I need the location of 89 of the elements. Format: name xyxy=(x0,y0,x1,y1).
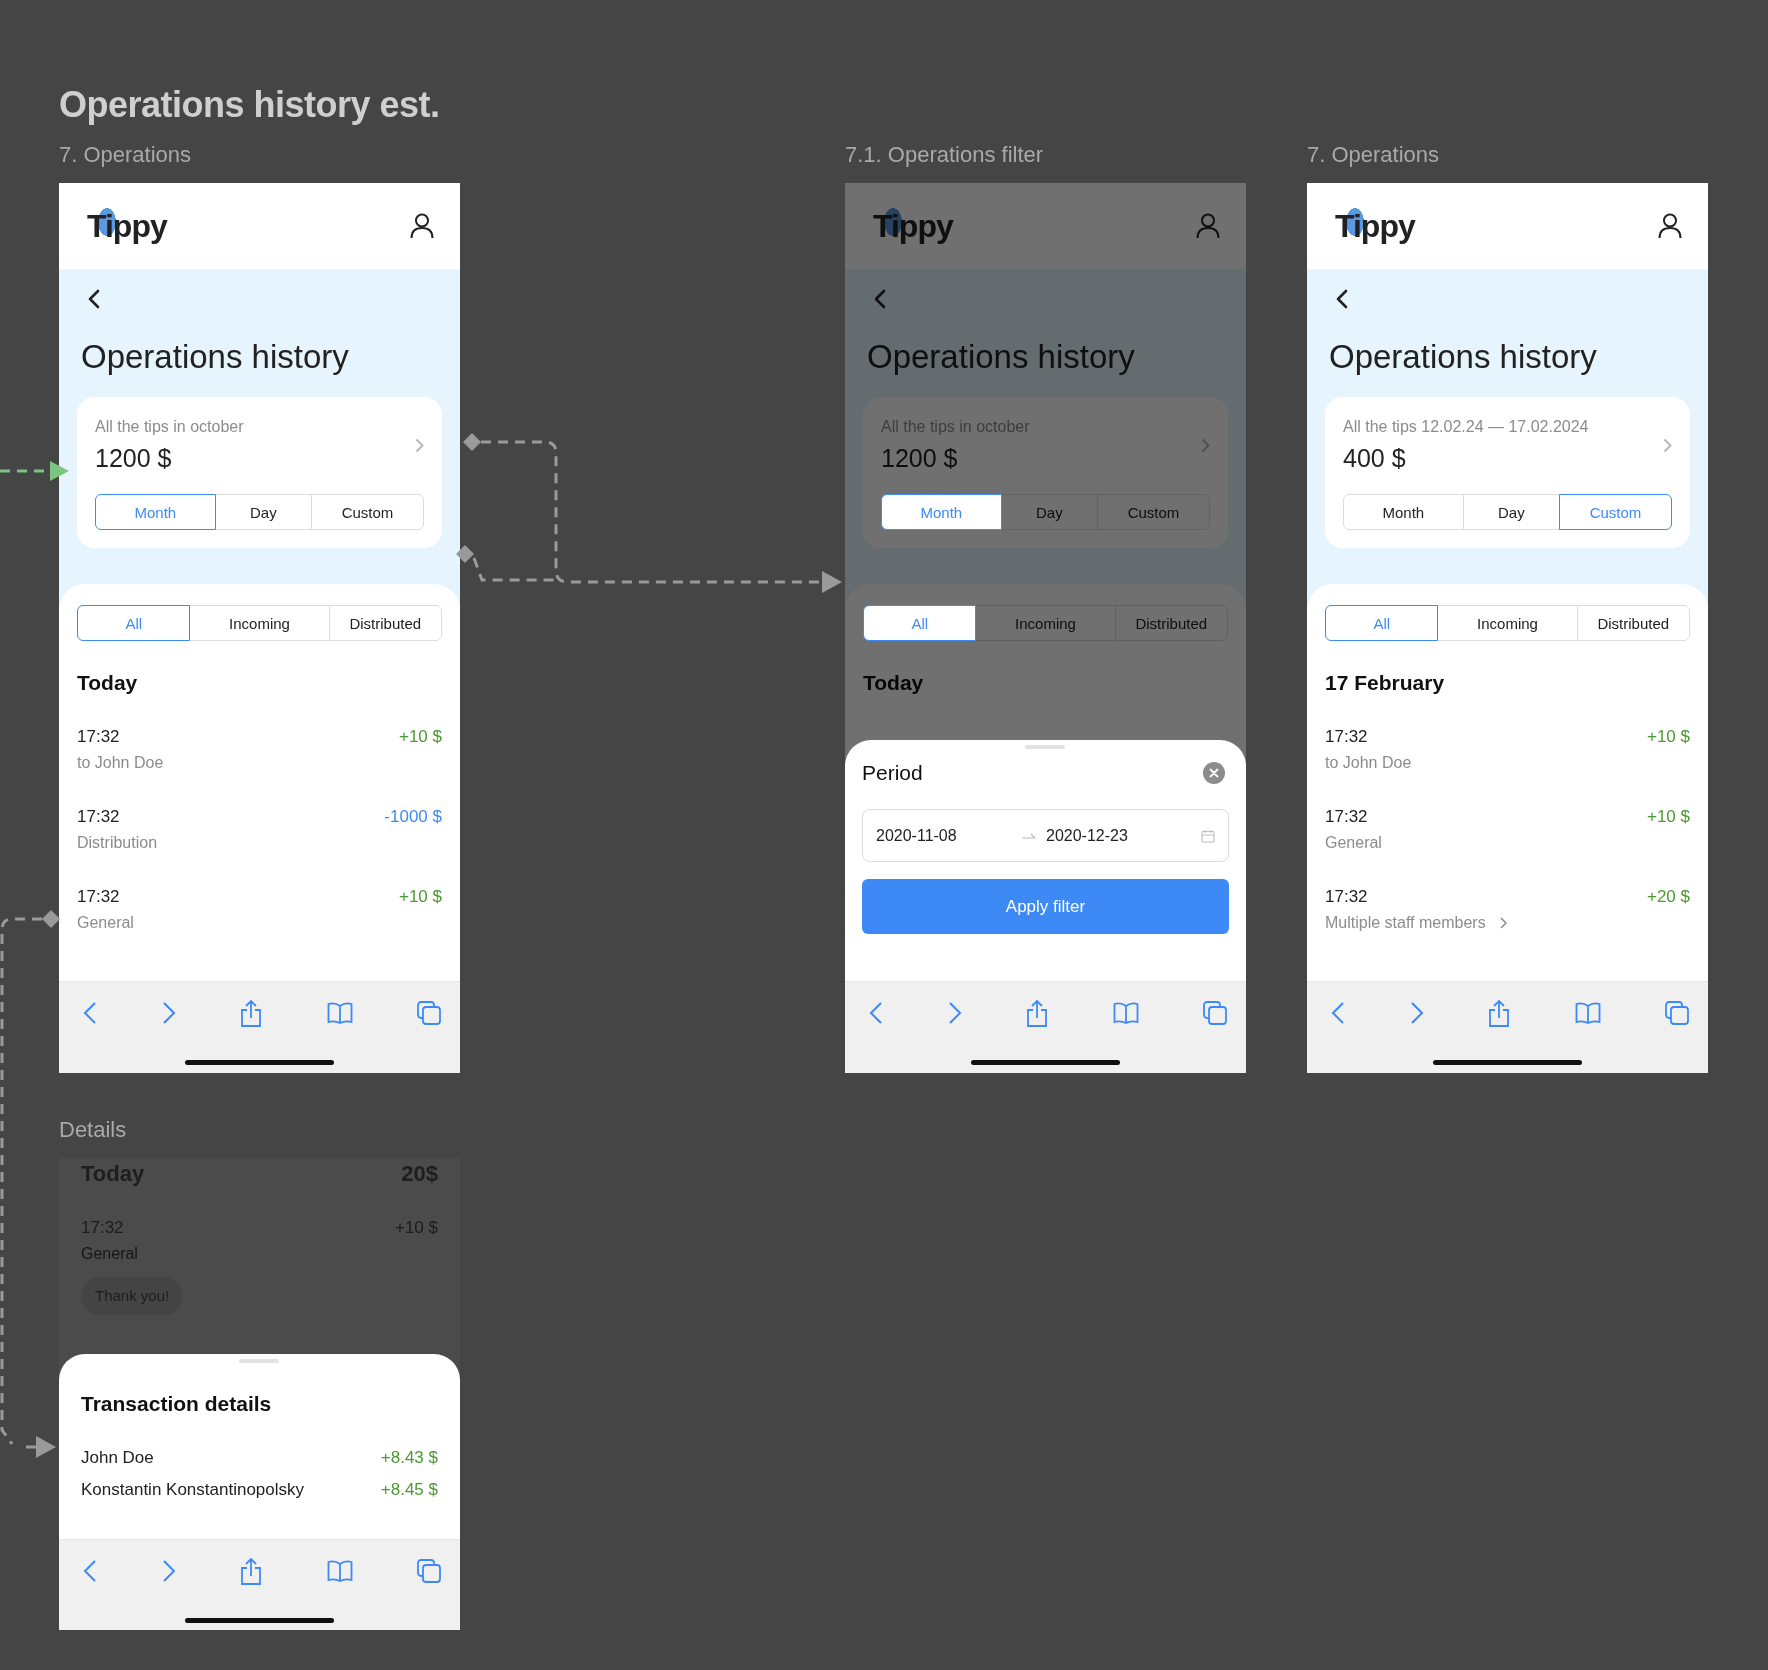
user-icon[interactable] xyxy=(1658,213,1682,239)
book-icon[interactable] xyxy=(1574,1002,1601,1024)
recipient-name: John Doe xyxy=(81,1447,154,1469)
filter-tab[interactable]: Distributed xyxy=(1114,605,1228,641)
operation-note: General xyxy=(77,913,134,933)
operation-note: to John Doe xyxy=(77,753,164,773)
operation-note: General xyxy=(1325,833,1382,853)
user-icon[interactable] xyxy=(410,213,434,239)
period-tab[interactable]: Month xyxy=(1343,494,1464,530)
tabs-icon[interactable] xyxy=(417,1001,441,1025)
day-heading: 17 February xyxy=(1325,670,1446,696)
operation-amount: +10 $ xyxy=(399,726,442,748)
period-tab[interactable]: Custom xyxy=(1097,494,1210,530)
share-icon[interactable] xyxy=(1488,999,1510,1027)
operation-time: 17:32 xyxy=(77,886,120,908)
date-range-field[interactable]: 2020-11-08 2020-12-23 xyxy=(862,809,1229,862)
filter-tab[interactable]: Incoming xyxy=(189,605,330,641)
summary-caption: All the tips in october xyxy=(95,417,244,437)
chevron-icon[interactable] xyxy=(1499,917,1507,929)
connector-arrow xyxy=(0,461,69,481)
frame-label: 7. Operations xyxy=(1307,141,1441,169)
forward-icon[interactable] xyxy=(161,1559,176,1583)
frame-label: 7. Operations xyxy=(59,141,193,169)
summary-amount: 400 $ xyxy=(1343,443,1407,473)
tabs-icon[interactable] xyxy=(1203,1001,1227,1025)
frame-label: Details xyxy=(59,1116,128,1144)
recipient-amount: +8.43 $ xyxy=(380,1447,438,1469)
day-heading: Today xyxy=(863,670,925,696)
operation-amount: +20 $ xyxy=(1647,886,1690,908)
filter-tab[interactable]: Distributed xyxy=(1576,605,1690,641)
operation-note: Multiple staff members xyxy=(1325,913,1486,933)
period-tab[interactable]: Custom xyxy=(311,494,424,530)
tabs-icon[interactable] xyxy=(417,1559,441,1583)
operation-amount: -1000 $ xyxy=(384,806,442,828)
forward-icon[interactable] xyxy=(947,1001,962,1025)
forward-icon[interactable] xyxy=(1409,1001,1424,1025)
back-icon[interactable] xyxy=(1336,289,1348,309)
summary-amount: 1200 $ xyxy=(881,443,959,473)
operation-time: 17:32 xyxy=(1325,806,1368,828)
page-heading: Operations history xyxy=(867,337,1136,377)
summary-amount: 1200 $ xyxy=(95,443,173,473)
page-heading: Operations history xyxy=(1329,337,1598,377)
back-icon[interactable] xyxy=(88,289,100,309)
close-icon[interactable] xyxy=(1203,762,1225,784)
filter-tab[interactable]: Incoming xyxy=(1437,605,1578,641)
share-icon[interactable] xyxy=(240,999,262,1027)
period-tab[interactable]: Month xyxy=(95,494,216,530)
book-icon[interactable] xyxy=(326,1002,353,1024)
end-date: 2020-12-23 xyxy=(1046,826,1129,845)
period-tab[interactable]: Day xyxy=(1000,494,1099,530)
operation-note: to John Doe xyxy=(1325,753,1412,773)
operation-time: 17:32 xyxy=(1325,726,1368,748)
book-icon[interactable] xyxy=(1112,1002,1139,1024)
sheet-title: Transaction details xyxy=(81,1391,273,1417)
recipient-name: Konstantin Konstantinopolsky xyxy=(81,1479,305,1501)
page-title: Operations history est. xyxy=(59,84,440,126)
operation-amount: +10 $ xyxy=(1647,726,1690,748)
period-tab[interactable]: Month xyxy=(881,494,1002,530)
apply-filter-button[interactable]: Apply filter xyxy=(862,879,1229,934)
chevron-icon[interactable] xyxy=(1201,437,1210,453)
sheet-title: Period xyxy=(862,760,923,786)
filter-tab[interactable]: All xyxy=(1325,605,1439,641)
recipient-amount: +8.45 $ xyxy=(380,1479,438,1501)
filter-tab[interactable]: All xyxy=(863,605,977,641)
summary-caption: All the tips 12.02.24 — 17.02.2024 xyxy=(1343,417,1589,437)
tabs-icon[interactable] xyxy=(1665,1001,1689,1025)
share-icon[interactable] xyxy=(240,1557,262,1585)
calendar-icon[interactable] xyxy=(1201,828,1215,843)
period-tab[interactable]: Day xyxy=(1462,494,1561,530)
frame-label: 7.1. Operations filter xyxy=(845,141,1045,169)
filter-tab[interactable]: Incoming xyxy=(975,605,1116,641)
filter-tab[interactable]: Distributed xyxy=(328,605,442,641)
operation-time: 17:32 xyxy=(77,806,120,828)
share-icon[interactable] xyxy=(1026,999,1048,1027)
period-tab[interactable]: Day xyxy=(214,494,313,530)
operation-amount: +10 $ xyxy=(399,886,442,908)
operation-time: 17:32 xyxy=(1325,886,1368,908)
page-heading: Operations history xyxy=(81,337,350,377)
chevron-icon[interactable] xyxy=(1663,437,1672,453)
operation-time: 17:32 xyxy=(77,726,120,748)
forward-icon[interactable] xyxy=(161,1001,176,1025)
book-icon[interactable] xyxy=(326,1560,353,1582)
chevron-icon[interactable] xyxy=(415,437,424,453)
day-heading: Today xyxy=(77,670,139,696)
period-tab[interactable]: Custom xyxy=(1559,494,1672,530)
filter-tab[interactable]: All xyxy=(77,605,191,641)
start-date: 2020-11-08 xyxy=(876,826,958,845)
operation-amount: +10 $ xyxy=(1647,806,1690,828)
operation-note: Distribution xyxy=(77,833,158,853)
